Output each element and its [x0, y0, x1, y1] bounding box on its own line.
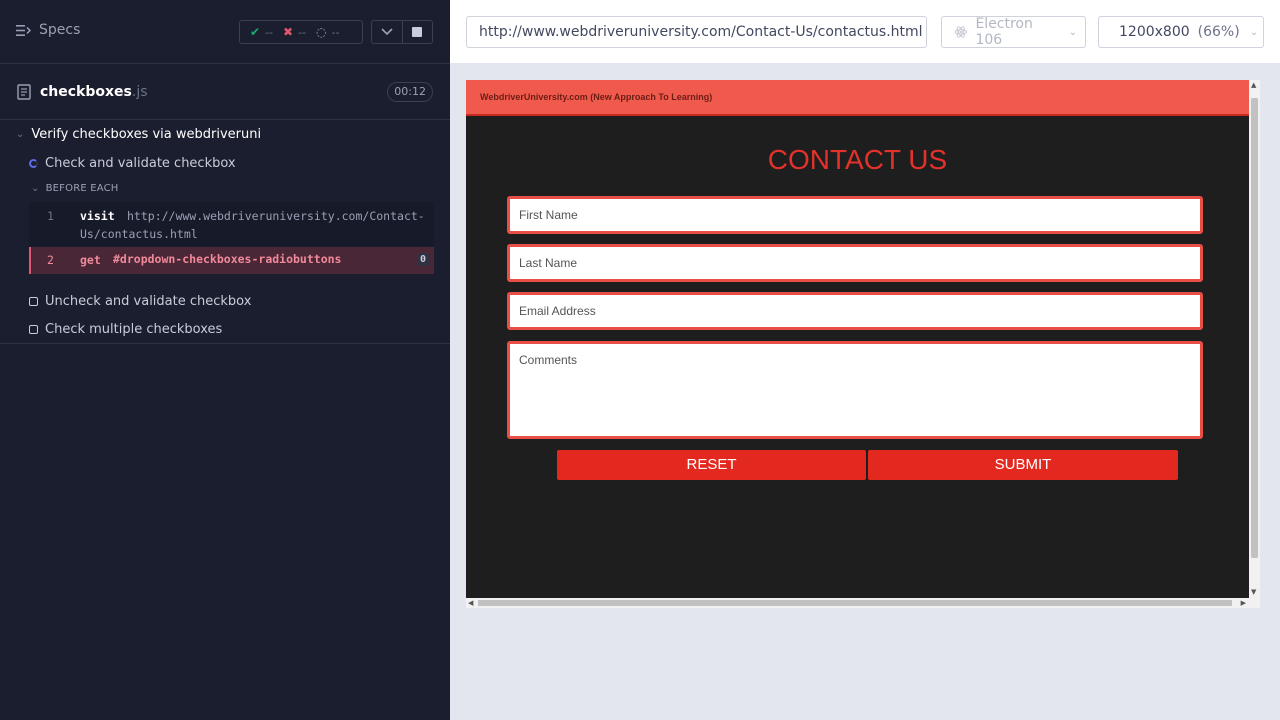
runner-header: Specs ✔ -- ✖ -- ◌ -- — [0, 0, 450, 64]
browser-toolbar: http://www.webdriveruniversity.com/Conta… — [450, 0, 1280, 64]
chevron-down-icon: ⌄ — [31, 183, 40, 194]
chevron-down-icon: ⌄ — [1249, 26, 1259, 38]
chevron-down-icon: ⌄ — [16, 129, 25, 140]
command-name: get — [80, 253, 101, 267]
spec-file-ext: .js — [131, 84, 148, 100]
pending-square-icon — [29, 297, 38, 306]
comments-field[interactable]: Comments — [507, 341, 1203, 439]
scrollbar-thumb[interactable] — [478, 600, 1232, 606]
contact-form: CONTACT US First Name Last Name Email Ad… — [466, 116, 1260, 598]
browser-label: Electron 106 — [975, 16, 1033, 48]
specs-button[interactable]: Specs — [16, 22, 80, 38]
cross-icon: ✖ — [283, 25, 294, 39]
page-title: CONTACT US — [767, 144, 948, 175]
browser-selector[interactable]: Electron 106 ⌄ — [941, 16, 1086, 48]
runner-panel: Specs ✔ -- ✖ -- ◌ -- checkboxes.js 00:12… — [0, 0, 450, 720]
vertical-scrollbar[interactable]: ▲ ▼ — [1249, 80, 1260, 608]
pending-square-icon — [29, 325, 38, 334]
suite-title[interactable]: ⌄ Verify checkboxes via webdriveruni — [16, 127, 261, 142]
submit-button[interactable]: SUBMIT — [868, 450, 1178, 480]
failed-stat: ✖ -- — [273, 25, 306, 39]
chevron-down-icon — [381, 28, 393, 36]
test-item[interactable]: Uncheck and validate checkbox — [29, 294, 251, 309]
test-title: Uncheck and validate checkbox — [45, 294, 252, 309]
scroll-up-icon[interactable]: ▲ — [1251, 81, 1256, 89]
command-name: visit — [80, 209, 115, 223]
test-stats: ✔ -- ✖ -- ◌ -- — [239, 20, 363, 44]
test-title: Check multiple checkboxes — [45, 322, 223, 337]
scrollbar-thumb[interactable] — [1251, 98, 1258, 558]
hook-label: BEFORE EACH — [45, 183, 119, 194]
stop-icon — [412, 27, 423, 37]
document-icon — [17, 84, 31, 100]
email-field[interactable]: Email Address — [507, 292, 1203, 330]
horizontal-scrollbar[interactable]: ◀ ▶ — [466, 598, 1260, 608]
site-header[interactable]: WebdriverUniversity.com (New Approach To… — [466, 80, 1260, 116]
passed-count: -- — [265, 25, 274, 39]
spec-file-basename: checkboxes — [40, 84, 132, 100]
stop-button[interactable] — [401, 21, 433, 43]
app-under-test-frame: WebdriverUniversity.com (New Approach To… — [466, 80, 1260, 608]
preview-panel: http://www.webdriveruniversity.com/Conta… — [450, 0, 1280, 720]
scroll-right-icon[interactable]: ▶ — [1241, 599, 1246, 607]
divider — [0, 343, 450, 344]
electron-icon — [954, 26, 967, 38]
test-title: Check and validate checkbox — [45, 156, 236, 171]
url-bar[interactable]: http://www.webdriveruniversity.com/Conta… — [466, 16, 927, 48]
command-row-active[interactable]: 2 get #dropdown-checkboxes-radiobuttons … — [29, 247, 434, 274]
pending-count: -- — [331, 25, 340, 39]
scroll-left-icon[interactable]: ◀ — [468, 599, 473, 607]
spec-file-name[interactable]: checkboxes.js — [40, 84, 148, 100]
scroll-down-icon[interactable]: ▼ — [1251, 588, 1256, 596]
specs-label: Specs — [39, 22, 81, 38]
expand-button[interactable] — [372, 21, 402, 43]
duration-badge: 00:12 — [387, 82, 433, 102]
zoom-level: (66%) — [1197, 24, 1240, 40]
command-arg: http://www.webdriveruniversity.com/Conta… — [127, 209, 425, 223]
running-spinner-icon — [29, 159, 38, 168]
menu-list-icon — [16, 24, 31, 36]
command-arg: #dropdown-checkboxes-radiobuttons — [113, 252, 342, 266]
before-each-hook[interactable]: ⌄ BEFORE EACH — [31, 183, 119, 194]
run-controls — [371, 20, 433, 44]
command-arg-continued: Us/contactus.html — [80, 227, 198, 241]
check-icon: ✔ — [250, 25, 261, 39]
suite-title-label: Verify checkboxes via webdriveruni — [31, 127, 262, 142]
chevron-down-icon: ⌄ — [1068, 26, 1077, 38]
pending-stat: ◌ -- — [306, 25, 339, 39]
command-number: 1 — [47, 209, 54, 223]
command-number: 2 — [47, 253, 54, 267]
pending-icon: ◌ — [316, 25, 327, 39]
passed-stat: ✔ -- — [240, 25, 273, 39]
reset-button[interactable]: RESET — [557, 450, 866, 480]
command-row[interactable]: 1 visit http://www.webdriveruniversity.c… — [29, 202, 434, 246]
spec-file-bar: checkboxes.js 00:12 — [0, 64, 450, 120]
last-name-field[interactable]: Last Name — [507, 244, 1203, 282]
viewport-info[interactable]: 1200x800 (66%) ⌄ — [1098, 16, 1264, 48]
test-item-running[interactable]: Check and validate checkbox — [29, 156, 236, 171]
first-name-field[interactable]: First Name — [507, 196, 1203, 234]
test-item[interactable]: Check multiple checkboxes — [29, 322, 222, 337]
viewport-size: 1200x800 — [1119, 24, 1190, 40]
failed-count: -- — [298, 25, 307, 39]
element-count-badge: 0 — [416, 253, 429, 266]
